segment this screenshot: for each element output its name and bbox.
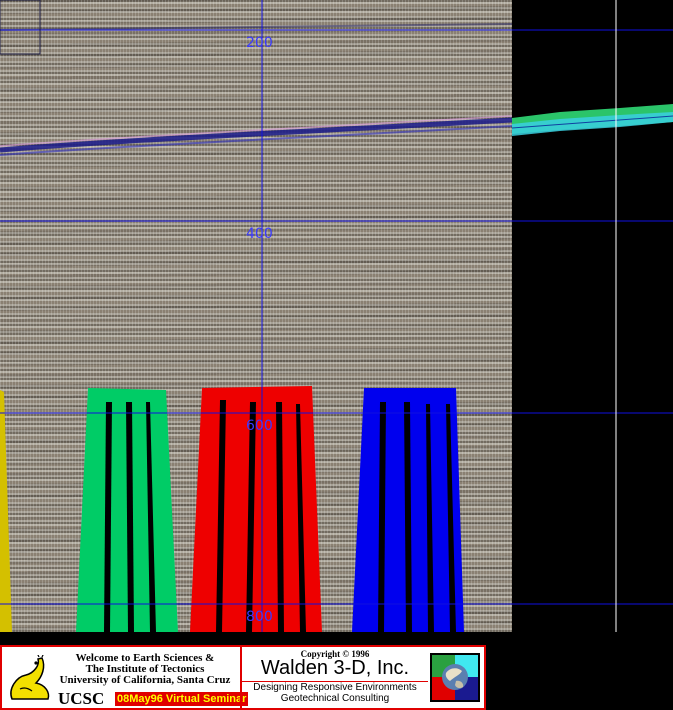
depth-label-800: 800 (246, 609, 273, 625)
well-yellow (0, 390, 12, 632)
banana-slug-mascot-icon (10, 655, 50, 700)
well-blue (352, 388, 464, 632)
company-tagline: Designing Responsive Environments Geotec… (242, 682, 428, 704)
depth-label-600: 600 (246, 418, 273, 434)
company-name: Walden 3-D, Inc. (260, 657, 410, 679)
3d-viewport[interactable]: 200 400 600 800 (0, 0, 673, 632)
walden-logo-icon (430, 653, 480, 702)
ucsc-wordmark: UCSC (58, 689, 105, 708)
tagline-line: Geotechnical Consulting (280, 693, 390, 704)
walden-panel: Copyright © 1996 Walden 3-D, Inc. Design… (242, 647, 428, 708)
welcome-text: Welcome to Earth Sciences & The Institut… (48, 653, 242, 686)
depth-label-200: 200 (246, 35, 273, 51)
tagline-line: Designing Responsive Environments (253, 682, 417, 693)
welcome-line: University of California, Santa Cruz (59, 674, 231, 686)
ucsc-panel: Welcome to Earth Sciences & The Institut… (4, 649, 249, 708)
seminar-date-badge: 08May96 Virtual Seminar (115, 692, 249, 706)
corner-box (0, 0, 41, 55)
viewport-overlay (0, 0, 673, 632)
horizon-surface (511, 104, 673, 136)
seminar-banner: Welcome to Earth Sciences & The Institut… (0, 645, 486, 710)
depth-label-400: 400 (246, 226, 273, 242)
well-green (76, 388, 178, 632)
